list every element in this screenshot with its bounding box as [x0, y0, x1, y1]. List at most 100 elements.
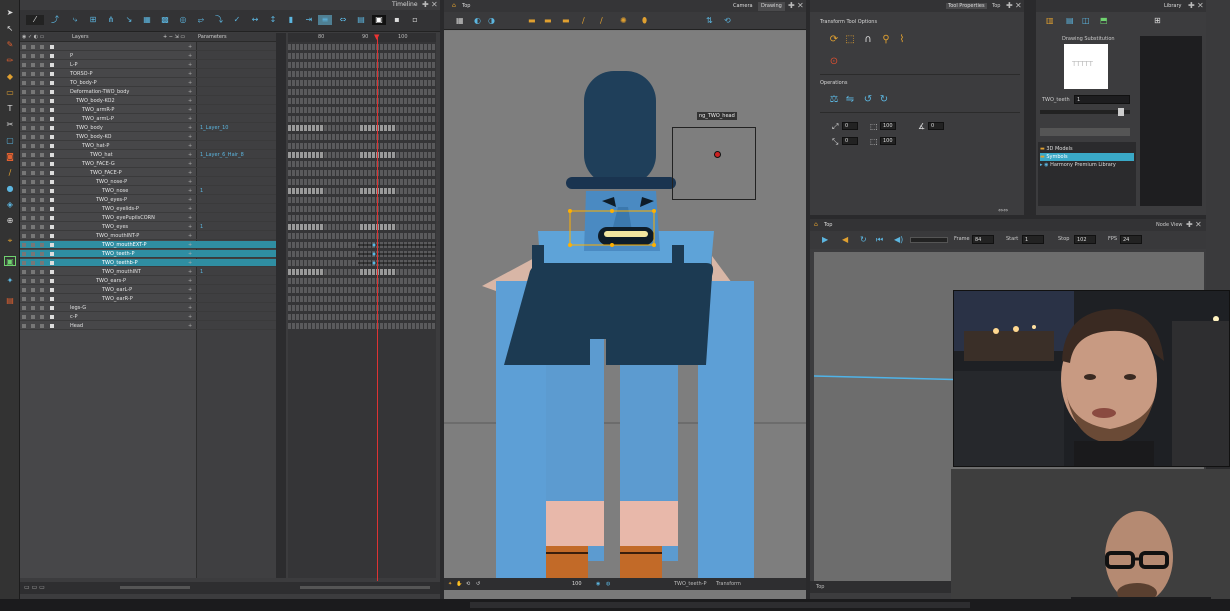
panel-menu-icon[interactable]: ✚ [1188, 1, 1195, 10]
tab-tool-properties[interactable]: Tool Properties [946, 3, 987, 9]
layer-row[interactable]: TWO_teethb-P + [20, 259, 276, 267]
brush-tool-icon[interactable]: ✎ [4, 40, 16, 50]
height-field[interactable]: 100 [880, 137, 896, 145]
extend-icon[interactable]: ⇥ [304, 15, 314, 25]
point-icon[interactable]: ⬮ [642, 16, 647, 26]
layer-row[interactable]: TWO_hat +1_Layer_6_Hair_8 [20, 151, 276, 159]
fill-tool-icon[interactable]: ◙ [4, 152, 16, 162]
expand-params-icon[interactable]: + [188, 313, 192, 321]
peg-mode-icon[interactable]: ⚲ [880, 34, 892, 46]
drawing-icon[interactable]: ▦ [142, 15, 152, 25]
layer-row[interactable]: L-P + [20, 61, 276, 69]
tree-item-3d-models[interactable]: ▬ 3D Models [1040, 145, 1134, 153]
layer-toggles-icon[interactable] [22, 162, 62, 166]
frame-row[interactable] [288, 43, 436, 51]
layer-row[interactable]: TWO_nose-P + [20, 178, 276, 186]
layer-add-remove-icons[interactable]: + − ⇲ ▭ [163, 33, 185, 42]
playhead[interactable] [377, 36, 378, 581]
sound-icon[interactable]: ◀ [842, 235, 848, 244]
transform-tool-icon[interactable]: ⌖ [4, 236, 16, 246]
frame-row[interactable] [288, 151, 436, 159]
zoom-value[interactable]: 100 [572, 578, 582, 590]
expand-params-icon[interactable]: + [188, 241, 192, 249]
close-icon[interactable]: ✕ [797, 1, 804, 10]
keyframe-icon[interactable]: ⋔ [106, 15, 116, 25]
panel-menu-icon[interactable]: ✚ [1006, 1, 1013, 10]
layer-row[interactable]: TWO_body-KO + [20, 133, 276, 141]
expand-params-icon[interactable]: + [188, 223, 192, 231]
layer-toggles-icon[interactable] [22, 117, 62, 121]
peg-icon[interactable]: ⤷ [70, 15, 80, 25]
dropper-tool-icon[interactable]: ● [4, 184, 16, 194]
tree-item-premium-library[interactable]: ▸ ◉ Harmony Premium Library [1040, 161, 1134, 169]
layer-row[interactable]: TWO_teeth-P + [20, 250, 276, 258]
frame-row[interactable] [288, 241, 436, 249]
frame-row[interactable] [288, 187, 436, 195]
expand-params-icon[interactable]: + [188, 250, 192, 258]
frame-row[interactable] [288, 214, 436, 222]
bone-mode-icon[interactable]: ⌇ [896, 34, 908, 46]
ease-icon[interactable]: ⥂ [196, 15, 206, 25]
layer-row[interactable]: Head + [20, 322, 276, 330]
frame-row[interactable] [288, 259, 436, 267]
layer-toggles-icon[interactable] [22, 324, 62, 328]
layer-row[interactable]: TWO_armL-P + [20, 115, 276, 123]
panel-menu-icon[interactable]: ✚ [1186, 220, 1193, 229]
frame-row[interactable] [288, 223, 436, 231]
expand-params-icon[interactable]: + [188, 259, 192, 267]
expand-params-icon[interactable]: + [188, 214, 192, 222]
frame-row[interactable] [288, 277, 436, 285]
expand-params-icon[interactable]: + [188, 277, 192, 285]
panel-menu-icon[interactable]: ✚ [422, 0, 429, 9]
layer-toggles-icon[interactable] [22, 225, 62, 229]
frame-row[interactable] [288, 304, 436, 312]
frame-row[interactable] [288, 88, 436, 96]
expand-params-icon[interactable]: + [188, 70, 192, 78]
frame-row[interactable] [288, 268, 436, 276]
x-field[interactable]: 0 [842, 122, 858, 130]
stop-motion-icon[interactable]: ◎ [178, 15, 188, 25]
frame-row[interactable] [288, 106, 436, 114]
start-field[interactable]: 1 [1022, 235, 1044, 244]
layer-row[interactable]: TWO_body +1_Layer_10 [20, 124, 276, 132]
spline-tool-icon[interactable]: ▤ [4, 296, 16, 306]
cycle-icon[interactable]: ↔ [250, 15, 260, 25]
panel-resize-icon[interactable]: ⇔⇔ [998, 207, 1008, 214]
layer-row[interactable]: TWO_FACE-P + [20, 169, 276, 177]
sync-icon[interactable]: ⇔ [338, 15, 348, 25]
lasso-icon[interactable]: ⟳ [828, 34, 840, 46]
layer-row[interactable]: TWO_mouthINT +1 [20, 268, 276, 276]
library-contents[interactable] [1140, 36, 1202, 206]
layer-toggles-icon[interactable] [22, 90, 62, 94]
layer-row[interactable]: + [20, 43, 276, 51]
expand-params-icon[interactable]: + [188, 196, 192, 204]
layer-toggles-icon[interactable] [22, 180, 62, 184]
expand-params-icon[interactable]: + [188, 43, 192, 51]
stroke-tool-icon[interactable]: ∕ [4, 168, 16, 178]
drawing-preview[interactable]: TTTTT [1064, 44, 1108, 89]
frame-row[interactable] [288, 232, 436, 240]
layer-row[interactable]: c-P + [20, 313, 276, 321]
expand-params-icon[interactable]: + [188, 142, 192, 150]
folder-icon[interactable]: ▥ [1046, 16, 1054, 25]
hold-icon[interactable]: ↕ [268, 15, 278, 25]
mark-icon[interactable]: ▫ [410, 15, 420, 25]
frame-ruler[interactable]: 80 90 100 ▼ [288, 33, 436, 42]
close-icon[interactable]: ✕ [1195, 220, 1202, 229]
tab-drawing[interactable]: Drawing [758, 2, 785, 11]
layer-toggles-icon[interactable] [22, 270, 62, 274]
frame-row[interactable] [288, 322, 436, 330]
close-icon[interactable]: ✕ [1015, 1, 1022, 10]
bottom-scrollbar[interactable] [470, 602, 970, 608]
layer-toggles-icon[interactable] [22, 207, 62, 211]
speed-slider[interactable] [910, 237, 948, 243]
volume-icon[interactable]: ◀) [894, 235, 903, 244]
peg-box[interactable] [672, 127, 756, 200]
stroke-icon[interactable]: ∕ [582, 16, 585, 25]
fps-field[interactable]: 24 [1120, 235, 1142, 244]
expand-params-icon[interactable]: + [188, 178, 192, 186]
close-icon[interactable]: ✕ [431, 0, 438, 9]
slider-handle[interactable] [1118, 108, 1124, 116]
layer-toggles-icon[interactable] [22, 297, 62, 301]
frame-row[interactable] [288, 52, 436, 60]
